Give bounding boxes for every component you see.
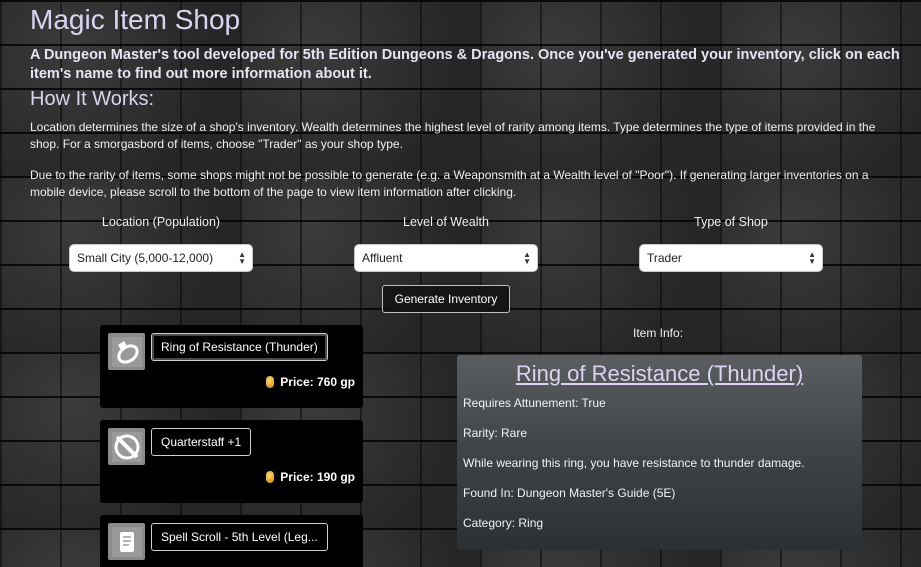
location-select-value: Small City (5,000-12,000) (77, 251, 214, 265)
ring-icon (108, 333, 145, 370)
item-card: Quarterstaff +1 Price: 190 gp (100, 420, 363, 503)
item-info-found-in: Found In: Dungeon Master's Guide (5E) (463, 486, 676, 500)
select-arrows-icon: ▲ ▼ (238, 250, 246, 266)
item-price-text: Price: 760 gp (280, 375, 355, 389)
item-price-text: Price: 190 gp (280, 470, 355, 484)
select-arrows-icon: ▲ ▼ (523, 250, 531, 266)
intro-text: A Dungeon Master's tool developed for 5t… (30, 47, 900, 82)
shop-type-select-value: Trader (647, 251, 682, 265)
item-info-description: While wearing this ring, you have resist… (463, 456, 805, 470)
location-select[interactable]: Small City (5,000-12,000) ▲ ▼ (69, 244, 253, 272)
how-it-works-heading: How It Works: (30, 88, 155, 110)
item-info-title[interactable]: Ring of Resistance (Thunder) (463, 361, 856, 387)
how-it-works-paragraph-2: Due to the rarity of items, some shops m… (30, 168, 869, 199)
location-label: Location (Population) (101, 215, 221, 229)
scroll-icon (108, 523, 145, 560)
item-card: Ring of Resistance (Thunder) Price: 760 … (100, 325, 363, 408)
item-info-label: Item Info: (633, 326, 684, 340)
wealth-select-value: Affluent (362, 251, 403, 265)
select-arrows-icon: ▲ ▼ (808, 250, 816, 266)
coin-icon (266, 376, 275, 388)
coin-icon (266, 471, 275, 483)
item-card: Spell Scroll - 5th Level (Leg... (100, 515, 363, 567)
item-price: Price: 760 gp (266, 375, 355, 389)
item-name-button[interactable]: Ring of Resistance (Thunder) (151, 333, 328, 361)
wealth-select[interactable]: Affluent ▲ ▼ (354, 244, 538, 272)
item-info-panel: Ring of Resistance (Thunder) Requires At… (457, 355, 862, 550)
item-info-category: Category: Ring (463, 516, 544, 530)
item-name-button[interactable]: Quarterstaff +1 (151, 428, 252, 456)
shop-type-select[interactable]: Trader ▲ ▼ (639, 244, 823, 272)
shop-type-label: Type of Shop (694, 215, 768, 229)
wealth-label: Level of Wealth (403, 215, 489, 229)
how-it-works-paragraph-1: Location determines the size of a shop's… (30, 120, 876, 151)
page-title: Magic Item Shop (30, 4, 241, 35)
item-price: Price: 190 gp (266, 470, 355, 484)
item-info-rarity: Rarity: Rare (463, 426, 528, 440)
item-name-button[interactable]: Spell Scroll - 5th Level (Leg... (151, 523, 328, 551)
generate-inventory-button[interactable]: Generate Inventory (382, 285, 510, 313)
staff-icon (108, 428, 145, 465)
item-info-attunement: Requires Attunement: True (463, 396, 606, 410)
